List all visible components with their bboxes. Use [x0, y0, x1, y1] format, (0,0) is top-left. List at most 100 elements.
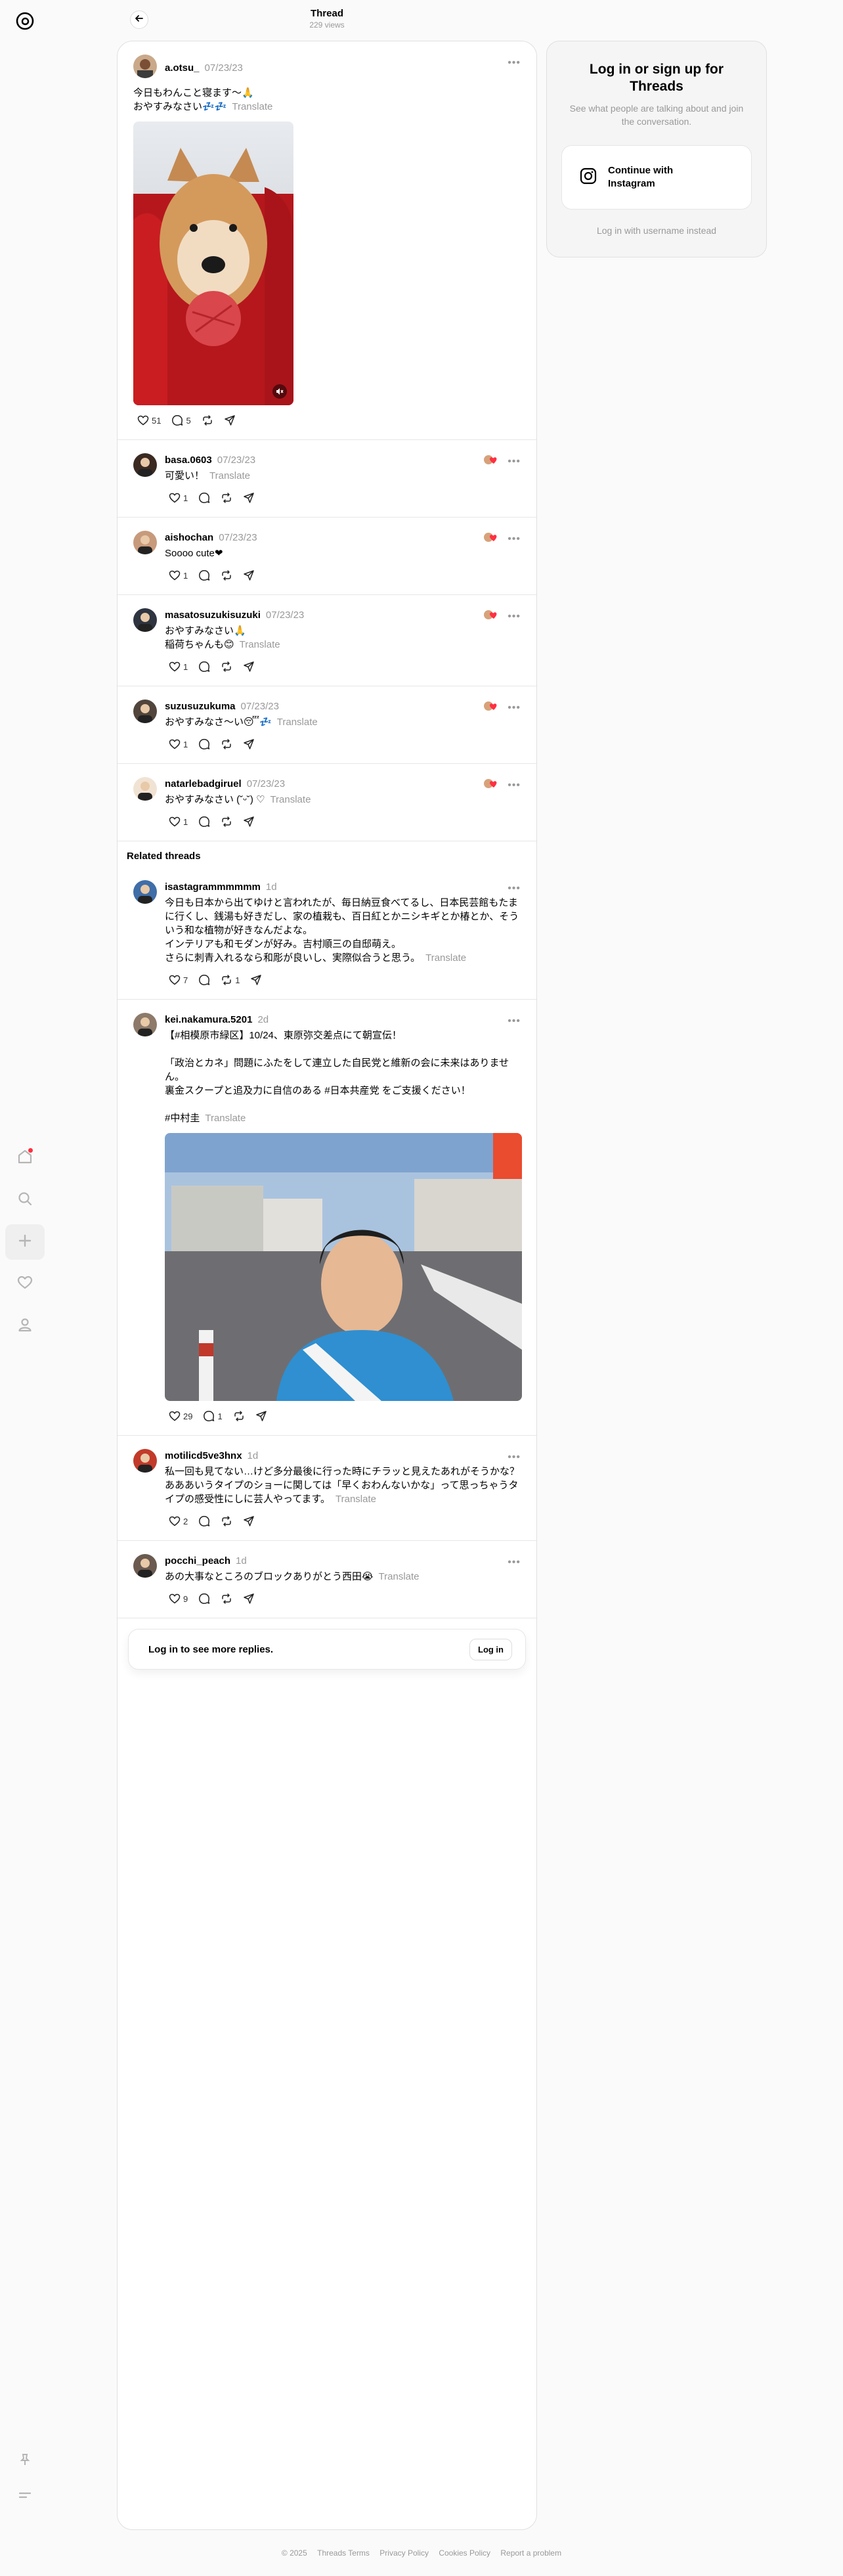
more-options-icon[interactable]: ••• [508, 702, 521, 714]
username[interactable]: a.otsu_ [165, 62, 200, 74]
more-options-icon[interactable]: ••• [508, 456, 521, 468]
username[interactable]: suzusuzukuma [165, 701, 236, 712]
more-options-icon[interactable]: ••• [508, 533, 521, 545]
reply-button[interactable] [192, 734, 214, 754]
cookies-link[interactable]: Cookies Policy [439, 2548, 490, 2558]
timestamp[interactable]: 07/23/23 [217, 455, 255, 466]
like-button[interactable]: 1 [162, 488, 192, 508]
reply-button[interactable]: 5 [165, 411, 194, 430]
username[interactable]: pocchi_peach [165, 1555, 230, 1566]
username[interactable]: basa.0603 [165, 455, 212, 466]
reply-button[interactable]: 1 [196, 1406, 226, 1426]
continue-with-instagram-button[interactable]: Continue with Instagram [561, 145, 752, 210]
more-options-icon[interactable]: ••• [508, 57, 521, 69]
share-button[interactable] [236, 734, 259, 754]
translate-link[interactable]: Translate [277, 717, 318, 728]
repost-button[interactable] [227, 1406, 249, 1426]
more-options-icon[interactable]: ••• [508, 780, 521, 791]
reply-button[interactable] [192, 488, 214, 508]
post-video[interactable] [133, 122, 293, 405]
translate-link[interactable]: Translate [232, 101, 272, 112]
like-button[interactable]: 1 [162, 812, 192, 832]
nav-profile[interactable] [5, 1308, 45, 1344]
nav-home[interactable] [5, 1140, 45, 1176]
share-button[interactable] [236, 657, 259, 677]
threads-logo-icon[interactable] [12, 8, 38, 34]
translate-link[interactable]: Translate [205, 1113, 246, 1124]
like-button[interactable]: 29 [162, 1406, 196, 1426]
like-button[interactable]: 9 [162, 1589, 192, 1609]
translate-link[interactable]: Translate [270, 794, 311, 805]
timestamp[interactable]: 2d [257, 1014, 269, 1025]
like-button[interactable]: 51 [131, 411, 165, 430]
avatar[interactable] [133, 55, 157, 78]
translate-link[interactable]: Translate [335, 1494, 376, 1505]
share-button[interactable] [236, 812, 259, 832]
username[interactable]: isastagrammmmmm [165, 881, 261, 893]
avatar[interactable] [133, 1554, 157, 1578]
like-button[interactable]: 1 [162, 657, 192, 677]
privacy-link[interactable]: Privacy Policy [379, 2548, 429, 2558]
timestamp[interactable]: 07/23/23 [205, 62, 243, 74]
repost-button[interactable]: 1 [214, 970, 244, 990]
share-button[interactable] [249, 1406, 271, 1426]
mute-icon[interactable] [272, 384, 287, 399]
share-button[interactable] [236, 1589, 259, 1609]
avatar[interactable] [133, 531, 157, 554]
reply-button[interactable] [192, 970, 214, 990]
reply-button[interactable] [192, 1511, 214, 1531]
more-options-icon[interactable]: ••• [508, 611, 521, 623]
share-button[interactable] [236, 566, 259, 585]
username[interactable]: masatosuzukisuzuki [165, 610, 261, 621]
post-photo[interactable] [165, 1133, 522, 1401]
like-button[interactable]: 7 [162, 970, 192, 990]
share-button[interactable] [236, 488, 259, 508]
login-button[interactable]: Log in [469, 1638, 512, 1660]
reply-button[interactable] [192, 1589, 214, 1609]
avatar[interactable] [133, 1013, 157, 1036]
translate-link[interactable]: Translate [209, 470, 250, 481]
avatar[interactable] [133, 777, 157, 801]
timestamp[interactable]: 07/23/23 [266, 610, 304, 621]
repost-button[interactable] [214, 488, 236, 508]
like-button[interactable]: 1 [162, 734, 192, 754]
nav-search[interactable] [5, 1182, 45, 1218]
share-button[interactable] [236, 1511, 259, 1531]
username[interactable]: aishochan [165, 532, 213, 543]
username[interactable]: motilicd5ve3hnx [165, 1450, 242, 1461]
timestamp[interactable]: 1d [266, 881, 277, 893]
nav-menu[interactable] [5, 2479, 45, 2514]
more-options-icon[interactable]: ••• [508, 1557, 521, 1568]
share-button[interactable] [244, 970, 266, 990]
nav-activity[interactable] [5, 1266, 45, 1302]
repost-button[interactable] [195, 411, 217, 430]
reply-button[interactable] [192, 566, 214, 585]
translate-link[interactable]: Translate [425, 952, 466, 964]
report-problem-link[interactable]: Report a problem [500, 2548, 561, 2558]
like-button[interactable]: 1 [162, 566, 192, 585]
repost-button[interactable] [214, 1511, 236, 1531]
reply-button[interactable] [192, 657, 214, 677]
more-options-icon[interactable]: ••• [508, 1452, 521, 1463]
repost-button[interactable] [214, 1589, 236, 1609]
timestamp[interactable]: 1d [236, 1555, 247, 1566]
terms-link[interactable]: Threads Terms [317, 2548, 370, 2558]
reply-button[interactable] [192, 812, 214, 832]
username[interactable]: natarlebadgiruel [165, 778, 242, 789]
share-button[interactable] [217, 411, 240, 430]
username[interactable]: kei.nakamura.5201 [165, 1014, 252, 1025]
repost-button[interactable] [214, 734, 236, 754]
timestamp[interactable]: 1d [248, 1450, 259, 1461]
avatar[interactable] [133, 880, 157, 904]
timestamp[interactable]: 07/23/23 [241, 701, 279, 712]
avatar[interactable] [133, 453, 157, 477]
translate-link[interactable]: Translate [379, 1571, 420, 1582]
translate-link[interactable]: Translate [240, 639, 280, 650]
repost-button[interactable] [214, 812, 236, 832]
more-options-icon[interactable]: ••• [508, 883, 521, 895]
timestamp[interactable]: 07/23/23 [219, 532, 257, 543]
nav-pin[interactable] [5, 2443, 45, 2479]
nav-create[interactable] [5, 1224, 45, 1260]
username-login-link[interactable]: Log in with username instead [547, 225, 766, 236]
avatar[interactable] [133, 1449, 157, 1473]
